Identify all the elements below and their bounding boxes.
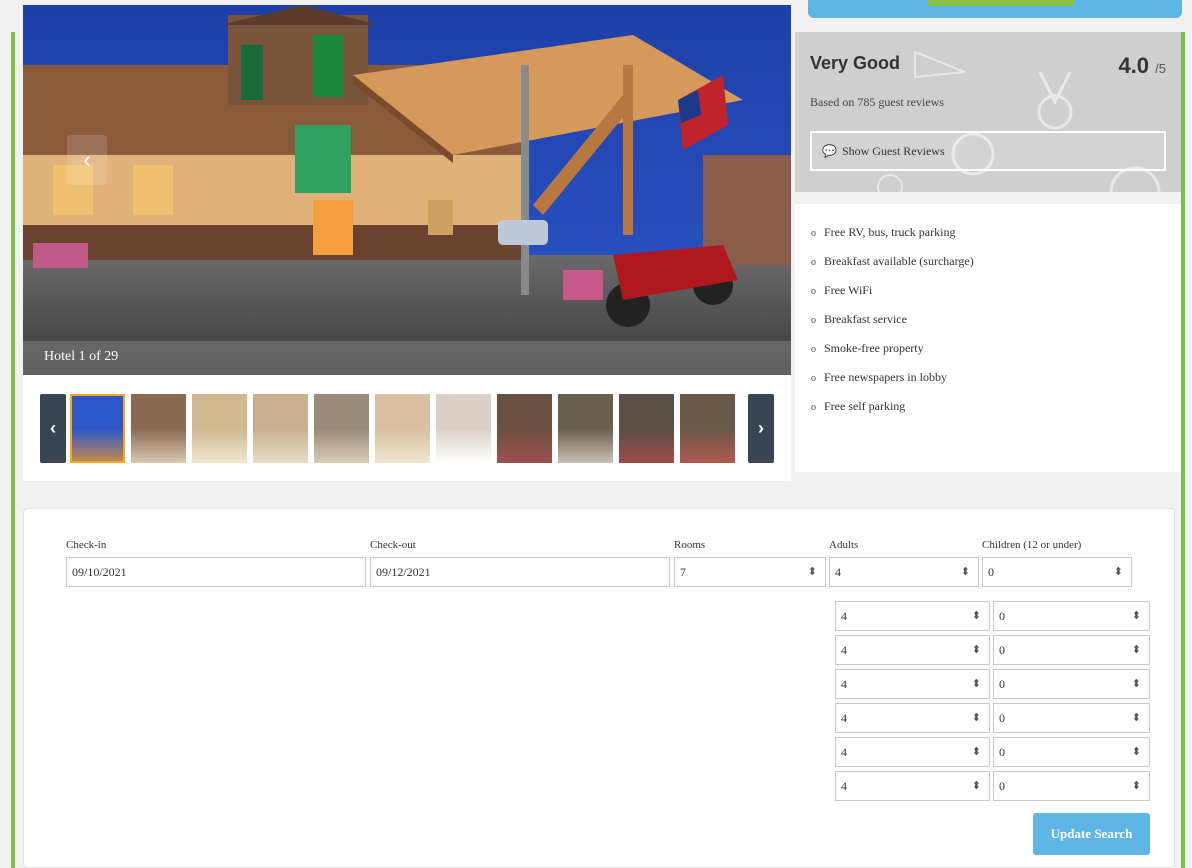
thumbnail-image[interactable] [619,394,674,463]
thumbnail-carousel: ‹ › [40,394,774,463]
show-guest-reviews-button[interactable]: 💬 Show Guest Reviews [810,131,1166,171]
children-select[interactable]: 0 [993,737,1150,767]
checkin-label: Check-in [66,539,107,551]
thumbnail-image[interactable] [131,394,186,463]
thumbnail-prev-button[interactable]: ‹ [40,394,66,463]
checkin-input[interactable]: 09/10/2021 [66,557,366,587]
hero-image[interactable]: ‹ Hotel 1 of 29 [23,5,791,375]
amenity-item: Free self parking [811,398,1165,427]
thumbnail-next-button[interactable]: › [748,394,774,463]
thumbnail-image[interactable] [436,394,491,463]
thumbnail-image[interactable] [314,394,369,463]
amenity-item: Free RV, bus, truck parking [811,224,1165,253]
review-count: Based on 785 guest reviews [810,95,944,109]
thumbnail-image[interactable] [70,394,125,463]
hero-prev-arrow-icon[interactable]: ‹ [67,135,107,185]
thumbnail-strip [70,394,735,463]
thumbnail-image[interactable] [558,394,613,463]
adults-select[interactable]: 4 [835,771,990,801]
amenity-item: Breakfast available (surcharge) [811,253,1165,282]
thumbnail-image[interactable] [253,394,308,463]
children-select[interactable]: 0 [993,703,1150,733]
adults-select[interactable]: 4 [835,669,990,699]
adults-select[interactable]: 4 [835,601,990,631]
adults-label: Adults [829,539,859,551]
adults-select[interactable]: 4 [835,703,990,733]
rooms-label: Rooms [674,539,706,551]
rating-label: Very Good [810,53,901,73]
checkout-label: Check-out [370,539,416,551]
thumbnail-image[interactable] [375,394,430,463]
rating-score-denominator: /5 [1155,61,1166,76]
amenity-item: Breakfast service [811,311,1165,340]
rating-panel: Very Good 4.0 /5 Based on 785 guest revi… [795,32,1181,192]
adults-select[interactable]: 4 [829,557,979,587]
update-search-button[interactable]: Update Search [1033,813,1150,855]
rooms-select[interactable]: 7 [674,557,826,587]
adults-select[interactable]: 4 [835,737,990,767]
booking-form: Check-in 09/10/2021 Check-out 09/12/2021… [23,508,1175,868]
rating-score-value: 4.0 [1118,53,1150,78]
children-select[interactable]: 0 [993,635,1150,665]
chat-bubble-icon: 💬 [822,144,837,158]
thumbnail-image[interactable] [192,394,247,463]
adults-select[interactable]: 4 [835,635,990,665]
amenity-item: Smoke-free property [811,340,1165,369]
amenity-item: Free WiFi [811,282,1165,311]
accent-border-right [1181,32,1185,868]
children-select[interactable]: 0 [993,669,1150,699]
rating-score: 4.0 /5 [1118,53,1166,79]
photo-gallery: ‹ Hotel 1 of 29 ‹ › [23,5,791,481]
children-select[interactable]: 0 [993,771,1150,801]
show-guest-reviews-label: Show Guest Reviews [841,144,945,158]
top-action-bar[interactable] [808,0,1182,18]
hotel-photo [23,5,791,375]
thumbnail-image[interactable] [680,394,735,463]
amenity-item: Free newspapers in lobby [811,369,1165,398]
hero-caption: Hotel 1 of 29 [23,341,791,375]
checkout-input[interactable]: 09/12/2021 [370,557,670,587]
thumbnail-image[interactable] [497,394,552,463]
accent-border-left [11,32,15,868]
children-select[interactable]: 0 [993,601,1150,631]
children-select[interactable]: 0 [982,557,1132,587]
amenities-list: Free RV, bus, truck parkingBreakfast ava… [795,204,1181,472]
children-label: Children (12 or under) [982,539,1082,551]
